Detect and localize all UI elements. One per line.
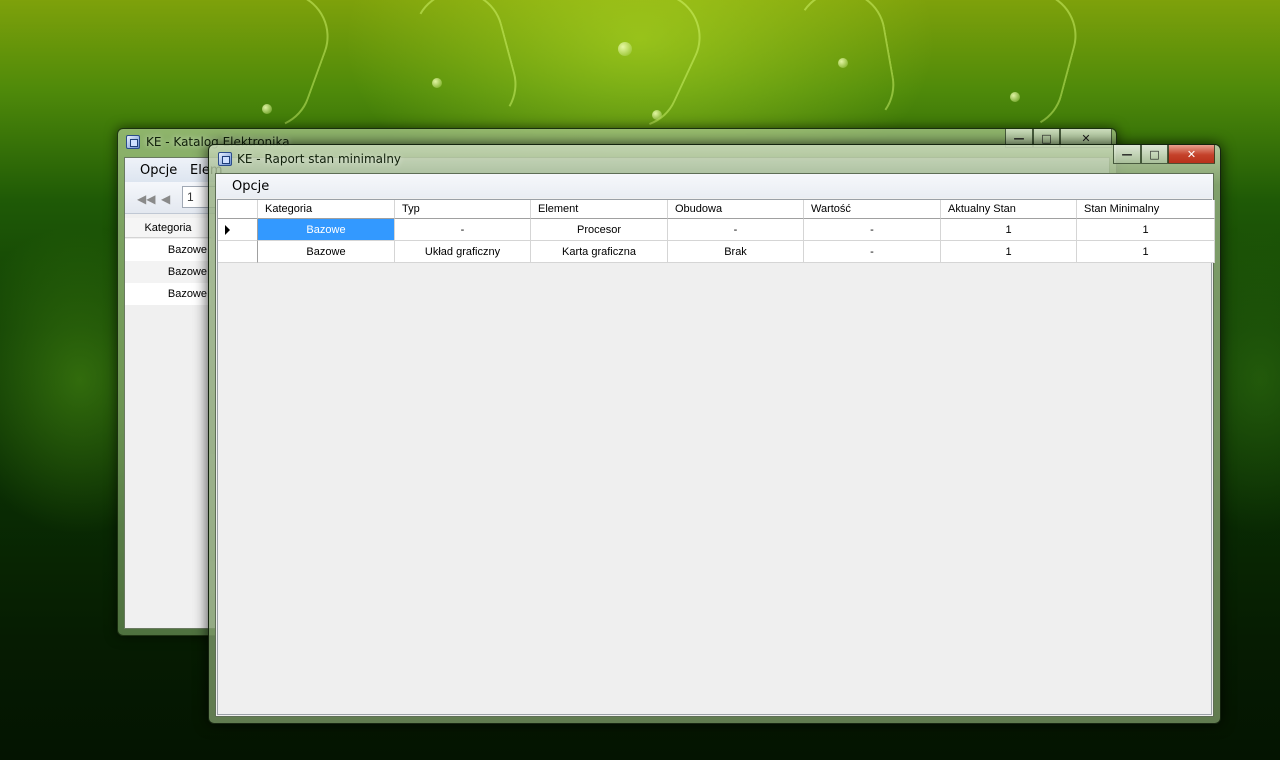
wallpaper-swirl bbox=[208, 0, 342, 142]
grid-cell[interactable]: Brak bbox=[668, 241, 804, 263]
close-icon: ✕ bbox=[1081, 131, 1091, 145]
wallpaper-drop bbox=[1010, 92, 1020, 102]
grid-cell[interactable]: Bazowe bbox=[258, 241, 395, 263]
maximize-icon: □ bbox=[1041, 131, 1052, 145]
grid-cell[interactable]: - bbox=[668, 219, 804, 241]
wallpaper-drop bbox=[262, 104, 272, 114]
column-header-stan-minimalny[interactable]: Stan Minimalny bbox=[1077, 200, 1215, 219]
wallpaper-drop bbox=[652, 110, 662, 120]
maximize-button[interactable]: □ bbox=[1141, 145, 1168, 164]
minimize-icon: — bbox=[1121, 147, 1133, 161]
report-grid[interactable]: Kategoria Typ Element Obudowa Wartość Ak… bbox=[217, 199, 1215, 715]
column-header-aktualny-stan[interactable]: Aktualny Stan bbox=[941, 200, 1077, 219]
grid-corner-header[interactable] bbox=[218, 200, 258, 219]
maximize-icon: □ bbox=[1149, 147, 1160, 161]
grid-cell[interactable]: 1 bbox=[941, 219, 1077, 241]
report-window-titlebar[interactable]: KE - Raport stan minimalny — □ ✕ bbox=[209, 145, 1220, 171]
grid-cell[interactable]: 1 bbox=[941, 241, 1077, 263]
grid-header-kategoria[interactable]: Kategoria bbox=[125, 218, 211, 238]
wallpaper-swirl bbox=[963, 0, 1087, 140]
row-header[interactable] bbox=[218, 241, 258, 263]
grid-cell[interactable]: - bbox=[804, 219, 941, 241]
grid-cell[interactable]: Karta graficzna bbox=[531, 241, 668, 263]
grid-cell[interactable]: - bbox=[395, 219, 531, 241]
wallpaper-drop bbox=[838, 58, 848, 68]
grid-cell[interactable]: Układ graficzny bbox=[395, 241, 531, 263]
column-header-obudowa[interactable]: Obudowa bbox=[668, 200, 804, 219]
close-button[interactable]: ✕ bbox=[1168, 145, 1215, 164]
wallpaper-swirl bbox=[403, 0, 527, 140]
report-window[interactable]: KE - Raport stan minimalny — □ ✕ Opcje K… bbox=[208, 144, 1221, 724]
grid-cell[interactable]: 1 bbox=[1077, 219, 1215, 241]
wallpaper-swirl bbox=[788, 0, 902, 137]
wallpaper-swirl bbox=[574, 0, 716, 143]
minimize-button[interactable]: — bbox=[1113, 145, 1141, 164]
column-header-kategoria[interactable]: Kategoria bbox=[258, 200, 395, 219]
grid-cell[interactable]: 1 bbox=[1077, 241, 1215, 263]
menu-opcje[interactable]: Opcje bbox=[140, 163, 177, 178]
menu-bar: Opcje bbox=[216, 174, 1213, 198]
column-header-element[interactable]: Element bbox=[531, 200, 668, 219]
wallpaper-drop bbox=[432, 78, 442, 88]
grid-cell[interactable]: Procesor bbox=[531, 219, 668, 241]
column-header-typ[interactable]: Typ bbox=[395, 200, 531, 219]
app-icon bbox=[126, 135, 140, 149]
minimize-icon: — bbox=[1013, 131, 1025, 145]
grid-row[interactable]: Bazowe bbox=[125, 261, 211, 283]
current-row-icon bbox=[225, 225, 230, 235]
grid-row[interactable]: Bazowe bbox=[125, 283, 211, 305]
row-header[interactable] bbox=[218, 219, 258, 241]
report-window-client: Opcje Kategoria Typ Element Obudowa Wart… bbox=[215, 173, 1215, 717]
close-icon: ✕ bbox=[1186, 147, 1197, 161]
wallpaper-drop bbox=[618, 42, 632, 56]
previous-page-icon[interactable]: ◀ bbox=[161, 192, 170, 206]
first-page-icon[interactable]: ◀◀ bbox=[137, 192, 155, 206]
menu-opcje[interactable]: Opcje bbox=[232, 179, 269, 194]
column-header-wartosc[interactable]: Wartość bbox=[804, 200, 941, 219]
grid-cell[interactable]: - bbox=[804, 241, 941, 263]
grid-row[interactable]: Bazowe bbox=[125, 239, 211, 261]
report-window-title: KE - Raport stan minimalny bbox=[237, 152, 402, 166]
grid-cell[interactable]: Bazowe bbox=[258, 219, 395, 241]
app-icon bbox=[218, 152, 232, 166]
